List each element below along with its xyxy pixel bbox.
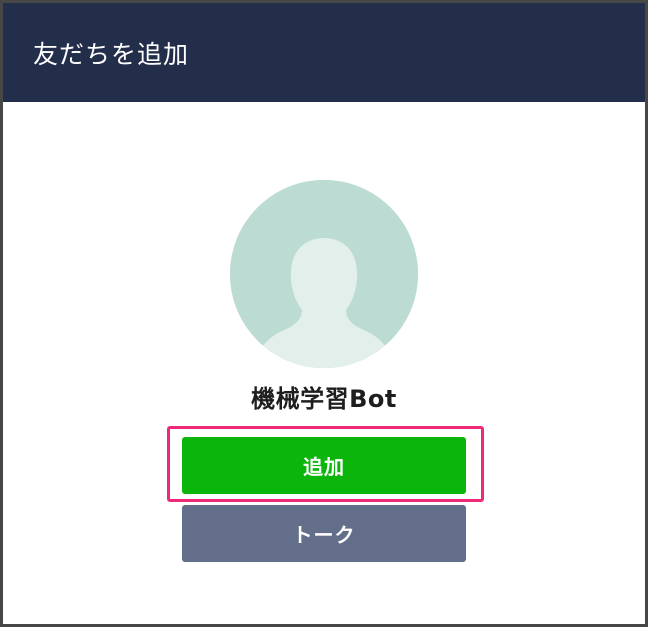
- app-header: 友だちを追加: [3, 3, 645, 102]
- talk-button[interactable]: トーク: [182, 505, 466, 562]
- add-friend-button[interactable]: 追加: [182, 437, 466, 494]
- add-friend-window: 友だちを追加 機械学習Bot 追加 トーク: [3, 3, 645, 624]
- default-user-avatar-icon: [230, 180, 418, 368]
- user-silhouette-icon: [230, 180, 418, 368]
- page-title: 友だちを追加: [33, 39, 190, 69]
- bot-display-name: 機械学習Bot: [251, 385, 397, 413]
